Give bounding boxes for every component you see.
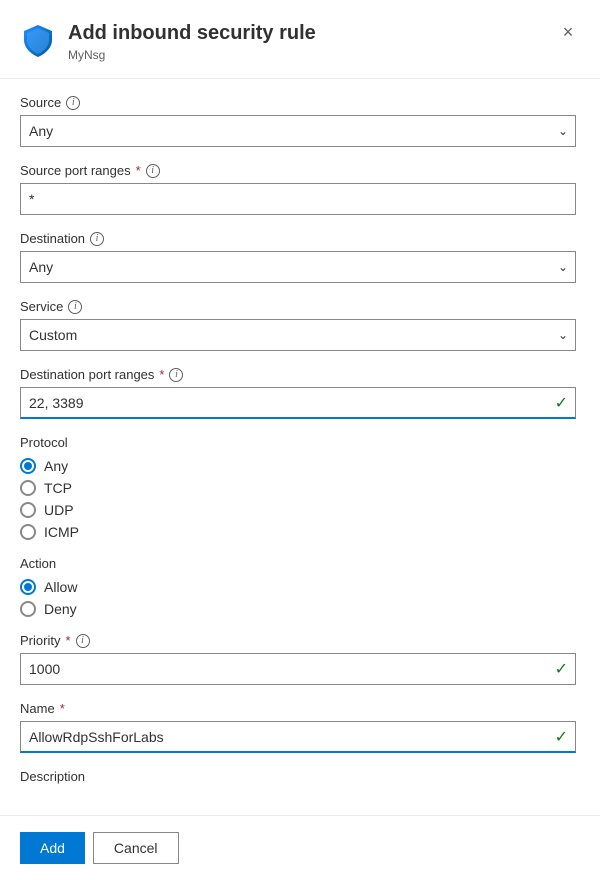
name-check-icon: ✓ bbox=[555, 727, 568, 747]
priority-required: * bbox=[65, 633, 70, 648]
protocol-icmp-label: ICMP bbox=[44, 524, 79, 540]
action-allow-radio[interactable] bbox=[20, 579, 36, 595]
priority-input-wrapper: ✓ bbox=[20, 653, 576, 685]
dest-port-input-wrapper: ✓ bbox=[20, 387, 576, 419]
source-port-info-icon[interactable]: i bbox=[146, 164, 160, 178]
source-port-input-wrapper bbox=[20, 183, 576, 215]
protocol-label: Protocol bbox=[20, 435, 576, 450]
destination-label: Destination i bbox=[20, 231, 576, 246]
dest-port-input[interactable] bbox=[20, 387, 576, 419]
protocol-icmp-option[interactable]: ICMP bbox=[20, 524, 576, 540]
add-inbound-rule-dialog: Add inbound security rule MyNsg × Source… bbox=[0, 0, 600, 880]
protocol-tcp-label: TCP bbox=[44, 480, 72, 496]
dest-port-check-icon: ✓ bbox=[555, 393, 568, 413]
source-select-wrapper: Any IP Addresses Service Tag Application… bbox=[20, 115, 576, 147]
source-select[interactable]: Any IP Addresses Service Tag Application… bbox=[20, 115, 576, 147]
protocol-any-radio[interactable] bbox=[20, 458, 36, 474]
protocol-udp-label: UDP bbox=[44, 502, 74, 518]
priority-input[interactable] bbox=[20, 653, 576, 685]
destination-info-icon[interactable]: i bbox=[90, 232, 104, 246]
shield-icon bbox=[20, 22, 56, 58]
destination-group: Destination i Any IP Addresses Service T… bbox=[20, 231, 576, 283]
destination-select-wrapper: Any IP Addresses Service Tag Application… bbox=[20, 251, 576, 283]
dialog-header: Add inbound security rule MyNsg × bbox=[0, 0, 600, 79]
service-label: Service i bbox=[20, 299, 576, 314]
dest-port-label: Destination port ranges * i bbox=[20, 367, 576, 382]
source-group: Source i Any IP Addresses Service Tag Ap… bbox=[20, 95, 576, 147]
priority-label: Priority * i bbox=[20, 633, 576, 648]
source-port-input[interactable] bbox=[20, 183, 576, 215]
name-label: Name * bbox=[20, 701, 576, 716]
dialog-footer: Add Cancel bbox=[0, 815, 600, 880]
service-select[interactable]: Custom HTTP HTTPS SSH RDP bbox=[20, 319, 576, 351]
source-label: Source i bbox=[20, 95, 576, 110]
source-port-required: * bbox=[136, 163, 141, 178]
name-input-wrapper: ✓ bbox=[20, 721, 576, 753]
action-allow-label: Allow bbox=[44, 579, 77, 595]
source-port-group: Source port ranges * i bbox=[20, 163, 576, 215]
protocol-udp-option[interactable]: UDP bbox=[20, 502, 576, 518]
description-group: Description bbox=[20, 769, 576, 784]
service-select-wrapper: Custom HTTP HTTPS SSH RDP ⌄ bbox=[20, 319, 576, 351]
dialog-subtitle: MyNsg bbox=[68, 48, 316, 62]
source-info-icon[interactable]: i bbox=[66, 96, 80, 110]
cancel-button[interactable]: Cancel bbox=[93, 832, 179, 864]
protocol-tcp-radio[interactable] bbox=[20, 480, 36, 496]
add-button[interactable]: Add bbox=[20, 832, 85, 864]
dialog-title: Add inbound security rule bbox=[68, 20, 316, 46]
source-port-label: Source port ranges * i bbox=[20, 163, 576, 178]
protocol-any-label: Any bbox=[44, 458, 68, 474]
action-deny-option[interactable]: Deny bbox=[20, 601, 576, 617]
action-deny-radio[interactable] bbox=[20, 601, 36, 617]
priority-info-icon[interactable]: i bbox=[76, 634, 90, 648]
protocol-any-option[interactable]: Any bbox=[20, 458, 576, 474]
protocol-group: Protocol Any TCP UDP ICMP bbox=[20, 435, 576, 540]
description-label: Description bbox=[20, 769, 576, 784]
destination-select[interactable]: Any IP Addresses Service Tag Application… bbox=[20, 251, 576, 283]
service-info-icon[interactable]: i bbox=[68, 300, 82, 314]
action-deny-label: Deny bbox=[44, 601, 77, 617]
protocol-tcp-option[interactable]: TCP bbox=[20, 480, 576, 496]
header-text: Add inbound security rule MyNsg bbox=[68, 20, 316, 62]
name-required: * bbox=[60, 701, 65, 716]
action-allow-option[interactable]: Allow bbox=[20, 579, 576, 595]
name-group: Name * ✓ bbox=[20, 701, 576, 753]
dest-port-required: * bbox=[159, 367, 164, 382]
protocol-icmp-radio[interactable] bbox=[20, 524, 36, 540]
dest-port-info-icon[interactable]: i bbox=[169, 368, 183, 382]
service-group: Service i Custom HTTP HTTPS SSH RDP ⌄ bbox=[20, 299, 576, 351]
name-input[interactable] bbox=[20, 721, 576, 753]
dest-port-group: Destination port ranges * i ✓ bbox=[20, 367, 576, 419]
protocol-udp-radio[interactable] bbox=[20, 502, 36, 518]
form-body: Source i Any IP Addresses Service Tag Ap… bbox=[0, 79, 600, 880]
priority-group: Priority * i ✓ bbox=[20, 633, 576, 685]
action-group: Action Allow Deny bbox=[20, 556, 576, 617]
action-label: Action bbox=[20, 556, 576, 571]
priority-check-icon: ✓ bbox=[555, 659, 568, 679]
close-button[interactable]: × bbox=[552, 16, 584, 48]
